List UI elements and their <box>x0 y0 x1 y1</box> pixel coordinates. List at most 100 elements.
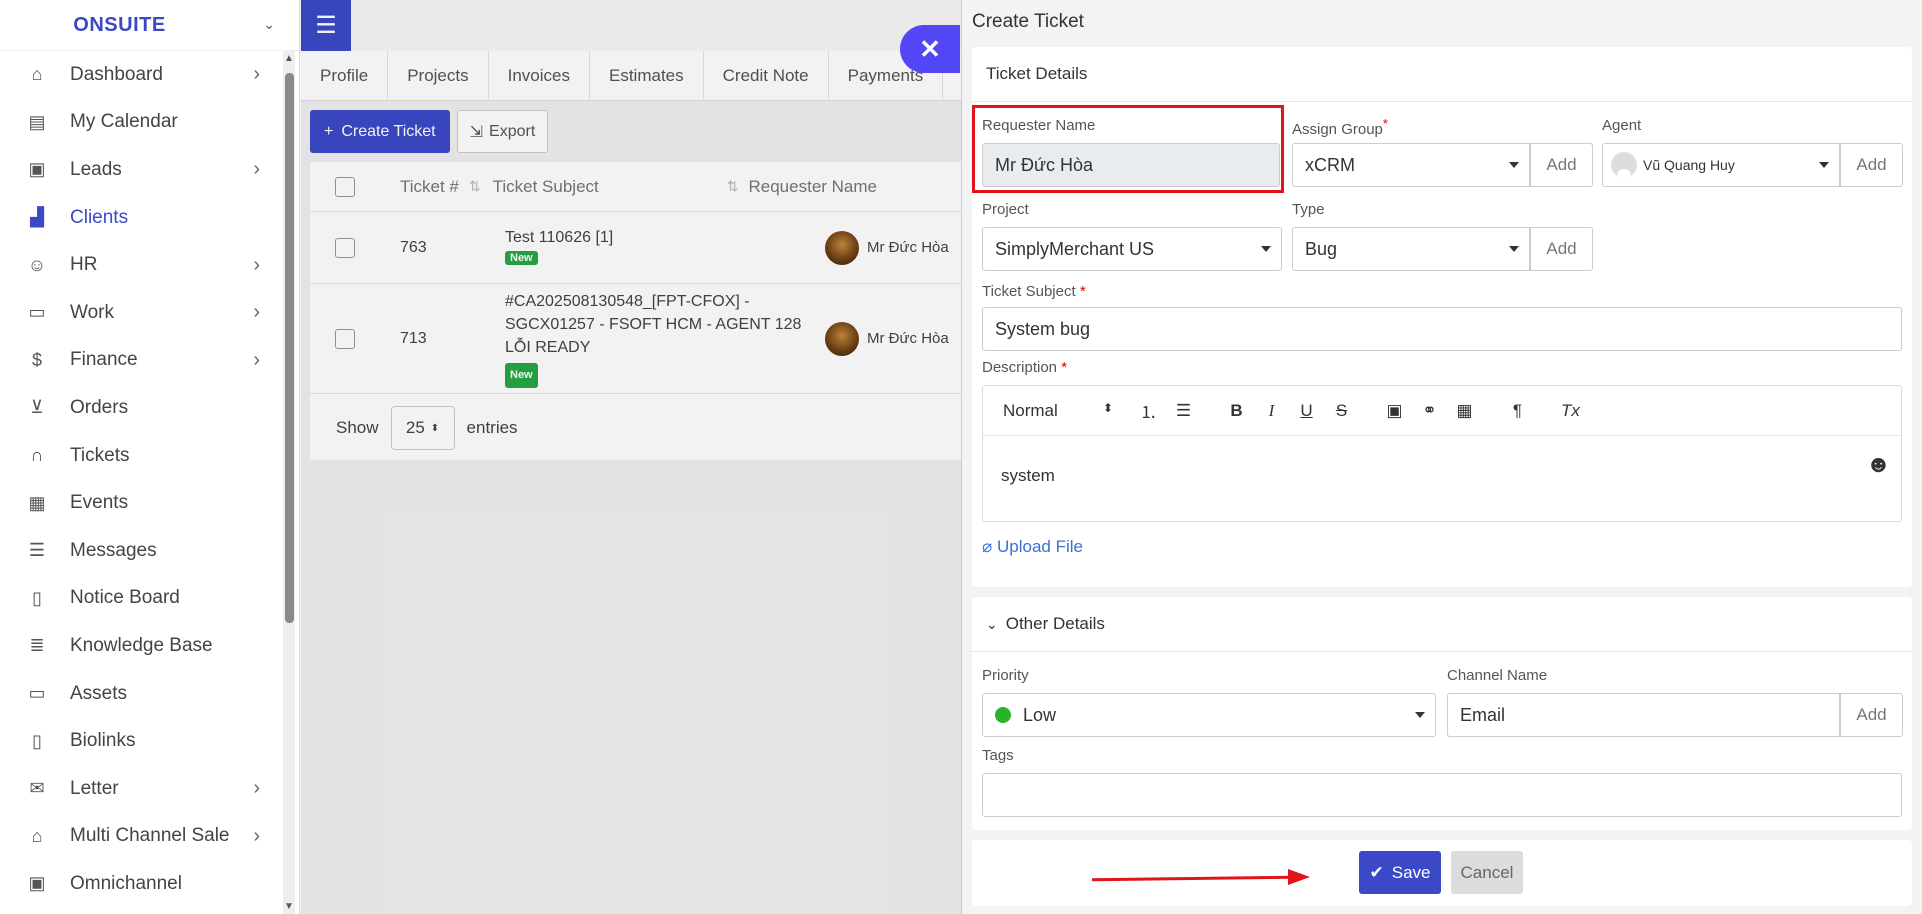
italic-icon[interactable]: I <box>1254 396 1289 426</box>
scroll-down-arrow-icon[interactable]: ▼ <box>284 901 294 912</box>
calendar-icon: ▤ <box>28 111 46 132</box>
sidebar-item-my-calendar[interactable]: ▤ My Calendar <box>0 99 282 147</box>
clear-format-icon[interactable]: Tx <box>1553 396 1588 426</box>
add-type-button[interactable]: Add <box>1530 227 1593 271</box>
updown-arrow-icon: ⬍ <box>1102 400 1113 415</box>
video-icon[interactable]: ▦ <box>1447 396 1482 426</box>
link-icon[interactable]: ⚭ <box>1412 396 1447 426</box>
sidebar-item-multi-channel-sale[interactable]: ⌂ Multi Channel Sale › <box>0 813 282 861</box>
sidebar-item-clients[interactable]: ▟ Clients <box>0 194 282 242</box>
chevron-right-icon[interactable]: › <box>253 158 260 181</box>
paperclip-icon: ⌀ <box>982 537 993 556</box>
create-ticket-panel: Create Ticket Ticket Details Requester N… <box>961 0 1922 914</box>
brand-header[interactable]: ONSUITE ⌄ <box>0 0 299 51</box>
description-editor[interactable]: Normal ⬍ ⒈ ☰ B I U S ▣ ⚭ ▦ ¶ Tx system ☻ <box>982 385 1902 522</box>
image-icon[interactable]: ▣ <box>1377 396 1412 426</box>
sidebar-item-label: Biolinks <box>70 730 136 752</box>
chevron-down-icon[interactable]: ⌄ <box>263 16 275 33</box>
panel-footer <box>972 840 1912 906</box>
add-agent-button[interactable]: Add <box>1840 143 1903 187</box>
chevron-right-icon[interactable]: › <box>253 349 260 372</box>
close-icon: ✕ <box>919 33 941 64</box>
format-value: Normal <box>1003 400 1058 420</box>
sidebar-item-messages[interactable]: ☰ Messages <box>0 527 282 575</box>
home-icon: ⌂ <box>31 64 43 85</box>
annotation-highlight-box <box>972 105 1284 193</box>
user-avatar-icon <box>1611 152 1637 178</box>
project-label: Project <box>982 201 1029 218</box>
sidebar-item-finance[interactable]: $ Finance › <box>0 337 282 385</box>
subject-input[interactable]: System bug <box>982 307 1902 351</box>
priority-value: Low <box>1023 704 1057 725</box>
assign-group-select[interactable]: xCRM <box>1292 143 1530 187</box>
close-panel-button[interactable]: ✕ <box>900 25 960 73</box>
chat-bubble-icon: ▣ <box>28 873 46 894</box>
type-select[interactable]: Bug <box>1292 227 1530 271</box>
headset-icon: ∩ <box>30 445 44 466</box>
type-value: Bug <box>1305 238 1338 259</box>
bullet-list-icon[interactable]: ☰ <box>1166 396 1201 426</box>
other-details-toggle[interactable]: ⌄ Other Details <box>972 597 1912 652</box>
tags-input[interactable] <box>982 773 1902 817</box>
agent-select[interactable]: Vũ Quang Huy <box>1602 143 1840 187</box>
format-select[interactable]: Normal ⬍ <box>1003 401 1113 421</box>
sidebar-item-letter[interactable]: ✉ Letter › <box>0 765 282 813</box>
ordered-list-icon[interactable]: ⒈ <box>1131 396 1166 426</box>
main-content: ☰ Profile Projects Invoices Estimates Credit… <box>301 0 1262 914</box>
sidebar-item-leads[interactable]: ▣ Leads › <box>0 146 282 194</box>
cart-icon: ⊻ <box>30 397 44 418</box>
sidebar-item-events[interactable]: ▦ Events <box>0 479 282 527</box>
sidebar-item-assets[interactable]: ▭ Assets <box>0 670 282 718</box>
dollar-icon: $ <box>31 349 42 370</box>
sidebar-item-label: Multi Channel Sale <box>70 825 230 847</box>
sidebar-item-knowledge-base[interactable]: ≣ Knowledge Base <box>0 622 282 670</box>
chevron-right-icon[interactable]: › <box>253 777 260 800</box>
sidebar-scrollbar[interactable]: ▲ ▼ <box>283 51 295 914</box>
description-label: Description * <box>982 359 1068 376</box>
description-value: system <box>1001 466 1055 485</box>
add-assign-group-button[interactable]: Add <box>1530 143 1593 187</box>
annotation-arrowhead <box>1288 869 1310 885</box>
add-channel-button[interactable]: Add <box>1840 693 1903 737</box>
other-details-card: ⌄ Other Details Priority Low Channel Nam… <box>972 597 1912 830</box>
emoji-icon[interactable]: ☻ <box>1866 451 1891 479</box>
scroll-thumb[interactable] <box>285 73 294 623</box>
sidebar-item-tickets[interactable]: ∩ Tickets <box>0 432 282 480</box>
cancel-button[interactable]: Cancel <box>1451 851 1523 894</box>
strikethrough-icon[interactable]: S <box>1324 396 1359 426</box>
id-badge-icon: ▯ <box>32 730 42 751</box>
sidebar-item-work[interactable]: ▭ Work › <box>0 289 282 337</box>
building-icon: ▟ <box>30 207 44 228</box>
project-select[interactable]: SimplyMerchant US <box>982 227 1282 271</box>
sidebar-item-orders[interactable]: ⊻ Orders <box>0 384 282 432</box>
panel-title: Create Ticket <box>972 11 1084 32</box>
subject-value: System bug <box>995 318 1091 339</box>
scroll-up-arrow-icon[interactable]: ▲ <box>284 53 294 64</box>
editor-body[interactable]: system ☻ <box>983 436 1901 521</box>
sidebar-item-label: Omnichannel <box>70 872 182 894</box>
sidebar-item-label: Dashboard <box>70 63 163 85</box>
text-direction-icon[interactable]: ¶ <box>1500 396 1535 426</box>
agent-label: Agent <box>1602 117 1642 134</box>
chevron-right-icon[interactable]: › <box>253 63 260 86</box>
sidebar-item-dashboard[interactable]: ⌂ Dashboard › <box>0 51 282 99</box>
sidebar-item-label: Messages <box>70 539 157 561</box>
sidebar-item-hr[interactable]: ☺ HR › <box>0 241 282 289</box>
caret-down-icon <box>1509 246 1519 252</box>
channel-input[interactable]: Email <box>1447 693 1840 737</box>
chevron-right-icon[interactable]: › <box>253 301 260 324</box>
priority-select[interactable]: Low <box>982 693 1436 737</box>
chevron-right-icon[interactable]: › <box>253 825 260 848</box>
sidebar-item-omnichannel[interactable]: ▣ Omnichannel <box>0 860 282 908</box>
envelope-icon: ✉ <box>29 778 45 799</box>
briefcase-icon: ▭ <box>28 302 46 323</box>
bold-icon[interactable]: B <box>1219 396 1254 426</box>
save-button[interactable]: ✔ Save <box>1359 851 1441 894</box>
upload-file-link[interactable]: ⌀ Upload File <box>982 537 1083 557</box>
sidebar-item-notice-board[interactable]: ▯ Notice Board <box>0 575 282 623</box>
project-value: SimplyMerchant US <box>995 238 1155 259</box>
underline-icon[interactable]: U <box>1289 396 1324 426</box>
chevron-right-icon[interactable]: › <box>253 254 260 277</box>
sidebar-item-biolinks[interactable]: ▯ Biolinks <box>0 717 282 765</box>
people-icon: ☺ <box>27 254 47 275</box>
